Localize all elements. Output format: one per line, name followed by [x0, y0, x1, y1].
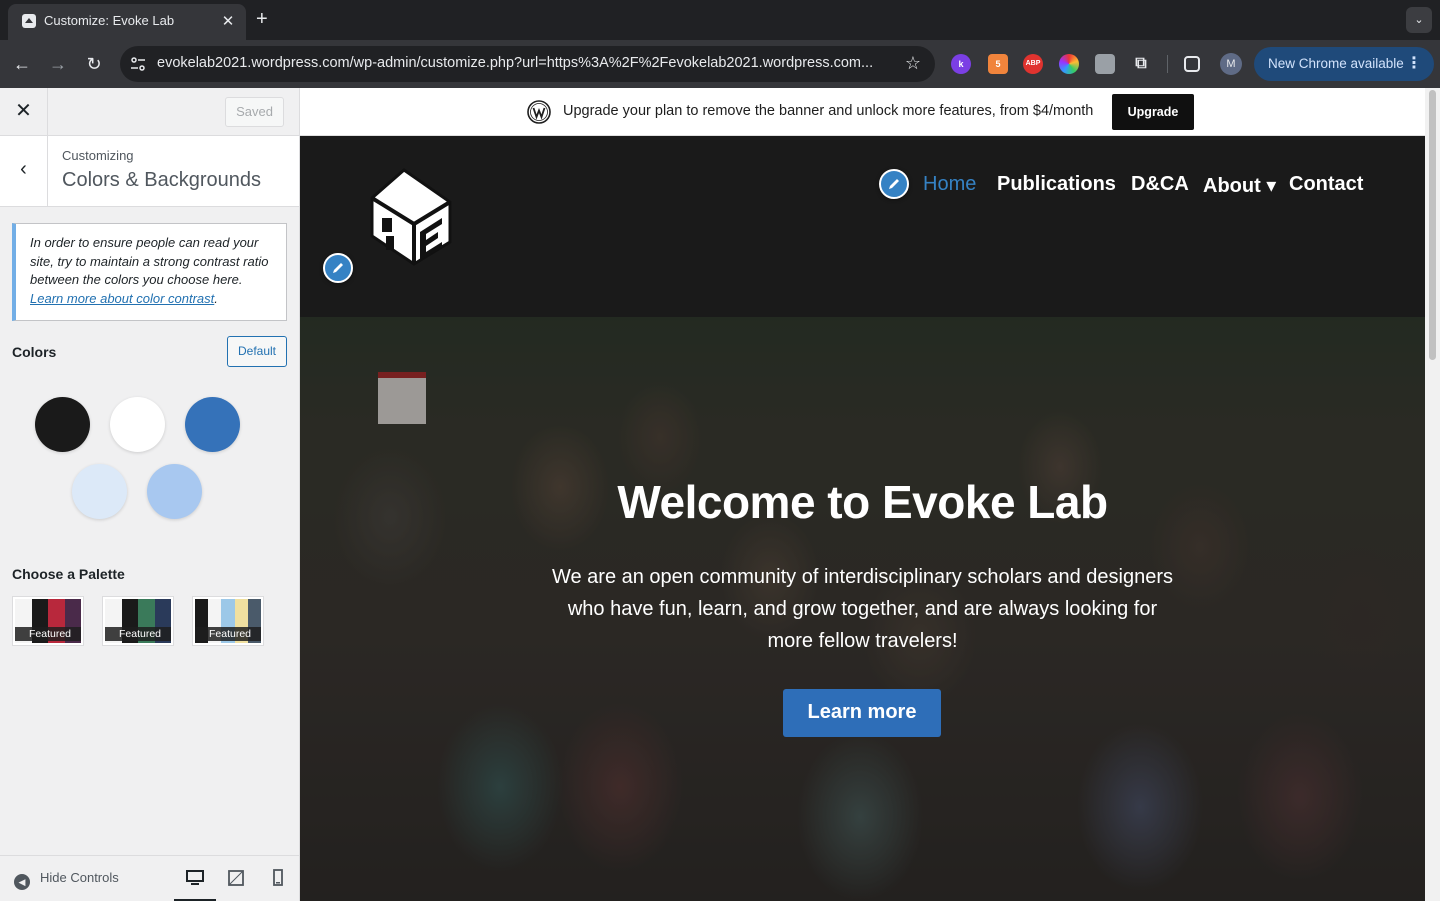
hide-controls-label: Hide Controls — [40, 870, 119, 885]
saved-button[interactable]: Saved — [225, 97, 284, 127]
hero-title: Welcome to Evoke Lab — [617, 476, 1108, 528]
nav-about[interactable]: About ▾ — [1203, 173, 1276, 198]
palette-tag: Featured — [15, 627, 81, 641]
tab-search-button[interactable]: ⌄ — [1406, 7, 1432, 33]
extension-badge-icon[interactable]: 5 — [988, 54, 1008, 74]
customizer-footer: ◀ Hide Controls — [0, 855, 299, 901]
learn-more-button[interactable]: Learn more — [783, 689, 941, 737]
hide-controls-button[interactable]: ◀ Hide Controls — [14, 870, 119, 890]
bookmark-star-icon[interactable]: ☆ — [905, 53, 921, 74]
url-text[interactable]: evokelab2021.wordpress.com/wp-admin/cust… — [157, 55, 892, 71]
forward-icon[interactable]: → — [46, 52, 70, 76]
section-title: Colors & Backgrounds — [62, 169, 261, 191]
collapse-arrow-icon: ◀ — [14, 874, 30, 890]
desktop-preview-icon[interactable] — [185, 868, 205, 888]
color-swatch-background[interactable] — [35, 397, 90, 452]
nav-dca[interactable]: D&CA — [1131, 173, 1189, 196]
notice-text: In order to ensure people can read your … — [30, 235, 269, 287]
site-header: Home Publications D&CA About ▾ Contact — [300, 136, 1425, 317]
browser-tab[interactable]: Customize: Evoke Lab ✕ — [8, 4, 246, 40]
browser-toolbar: ← → ↻ evokelab2021.wordpress.com/wp-admi… — [0, 40, 1440, 88]
contrast-notice: In order to ensure people can read your … — [12, 223, 287, 321]
back-icon[interactable]: ← — [10, 52, 34, 76]
hero-cover: Welcome to Evoke Lab We are an open comm… — [300, 317, 1425, 901]
banner-text: Upgrade your plan to remove the banner a… — [563, 103, 1094, 119]
back-chevron-icon[interactable]: ‹ — [0, 136, 48, 206]
colors-heading: Colors — [12, 344, 57, 360]
extension-grey-icon[interactable] — [1095, 54, 1115, 74]
default-colors-button[interactable]: Default — [227, 336, 287, 367]
notice-end: . — [214, 290, 218, 306]
preview-scrollbar[interactable] — [1425, 88, 1440, 901]
scrollbar-thumb[interactable] — [1429, 90, 1436, 360]
palette-tag: Featured — [195, 627, 261, 641]
palette-option[interactable]: Featured — [192, 596, 264, 646]
menu-kebab-icon: ⋮ — [1406, 55, 1422, 72]
color-swatch-tertiary[interactable] — [147, 464, 202, 519]
color-picker-extension-icon[interactable] — [1059, 54, 1079, 74]
new-tab-button[interactable]: + — [256, 9, 268, 29]
site-settings-icon[interactable] — [130, 56, 146, 72]
hero-text: We are an open community of interdiscipl… — [551, 566, 1174, 652]
palette-option[interactable]: Featured — [102, 596, 174, 646]
edit-menu-pencil-icon[interactable] — [879, 169, 909, 199]
site-preview: Upgrade your plan to remove the banner a… — [300, 88, 1440, 901]
color-swatch-foreground[interactable] — [110, 397, 165, 452]
color-swatch-primary[interactable] — [185, 397, 240, 452]
palette-option[interactable]: Featured — [12, 596, 84, 646]
section-header: ‹ Customizing Colors & Backgrounds — [0, 136, 299, 207]
tab-close-icon[interactable]: ✕ — [220, 12, 236, 30]
breadcrumb: Customizing — [62, 148, 134, 163]
upgrade-button[interactable]: Upgrade — [1112, 94, 1194, 130]
profile-avatar[interactable]: M — [1220, 53, 1242, 75]
upgrade-banner: Upgrade your plan to remove the banner a… — [300, 88, 1425, 136]
extension-k-icon[interactable]: k — [951, 54, 971, 74]
palette-heading: Choose a Palette — [12, 566, 125, 582]
tablet-preview-icon[interactable] — [226, 868, 246, 888]
mobile-preview-icon[interactable] — [268, 868, 288, 888]
customizer-header: ✕ Saved — [0, 88, 299, 136]
wordpress-logo-icon — [527, 100, 551, 124]
update-label: New Chrome available — [1268, 56, 1404, 71]
wordpress-favicon-icon — [22, 14, 36, 28]
adblock-icon[interactable]: ABP — [1023, 54, 1043, 74]
edit-logo-pencil-icon[interactable] — [323, 253, 353, 283]
tab-title: Customize: Evoke Lab — [44, 13, 175, 28]
color-swatch-secondary[interactable] — [72, 464, 127, 519]
nav-home[interactable]: Home — [923, 173, 976, 196]
house-logo-icon[interactable] — [364, 166, 454, 268]
side-panel-icon[interactable] — [1184, 56, 1200, 72]
customizer-sidebar: ✕ Saved ‹ Customizing Colors & Backgroun… — [0, 88, 300, 901]
nav-contact[interactable]: Contact — [1289, 173, 1363, 196]
contrast-help-link[interactable]: Learn more about color contrast — [30, 291, 214, 306]
palette-tag: Featured — [105, 627, 171, 641]
tab-strip: Customize: Evoke Lab ✕ + ⌄ — [0, 0, 1440, 40]
address-bar[interactable]: evokelab2021.wordpress.com/wp-admin/cust… — [120, 46, 935, 82]
extensions-puzzle-icon[interactable]: ⧉ — [1131, 54, 1151, 74]
toolbar-divider — [1167, 55, 1168, 73]
chrome-update-button[interactable]: New Chrome available ⋮ — [1254, 47, 1434, 81]
nav-publications[interactable]: Publications — [997, 173, 1116, 196]
reload-icon[interactable]: ↻ — [82, 52, 106, 76]
close-icon[interactable]: ✕ — [0, 88, 48, 135]
